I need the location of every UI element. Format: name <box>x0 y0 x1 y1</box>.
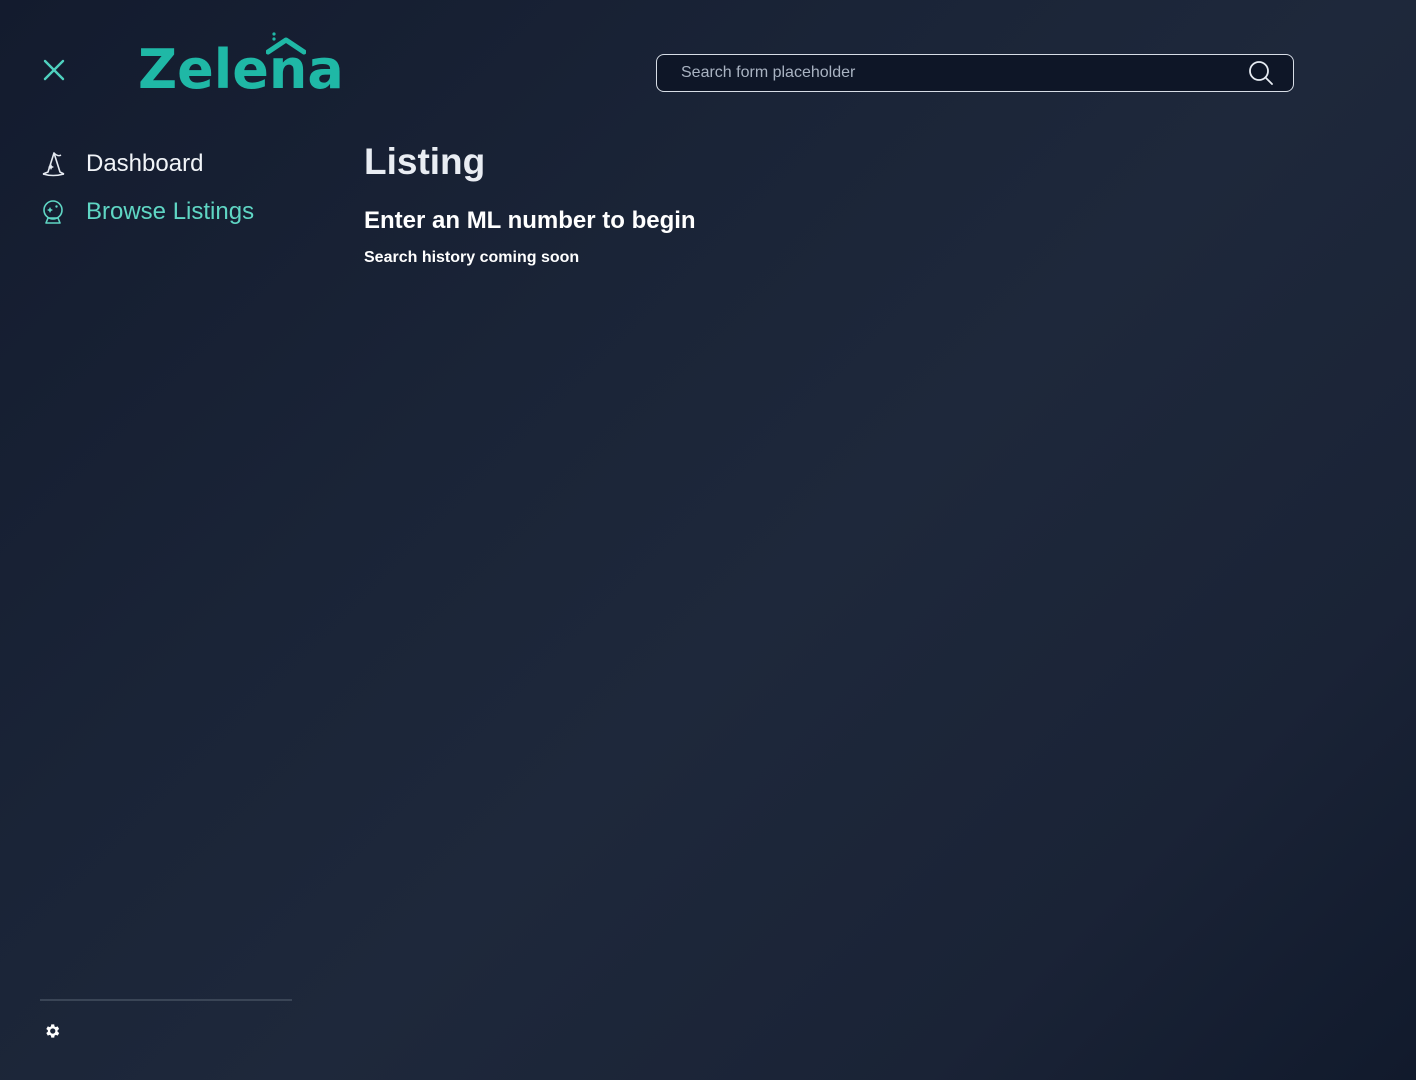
close-icon <box>43 59 65 81</box>
prompt-heading: Enter an ML number to begin <box>364 207 696 234</box>
sidebar-item-browse-listings[interactable]: Browse Listings <box>40 188 292 236</box>
sidebar-divider <box>40 999 292 1001</box>
wizard-hat-icon <box>40 151 66 177</box>
sidebar-item-label: Dashboard <box>86 150 204 177</box>
settings-button[interactable] <box>42 1021 62 1041</box>
app-root: Zelena Dashboar <box>0 0 1416 1080</box>
page-title: Listing <box>364 141 486 182</box>
sidebar-item-label: Browse Listings <box>86 198 255 225</box>
search-icon[interactable] <box>1247 59 1275 87</box>
sidebar-item-dashboard[interactable]: Dashboard <box>40 140 292 188</box>
brand-logo-text: Zelena <box>138 38 344 101</box>
main-content: Listing Enter an ML number to begin Sear… <box>364 140 696 268</box>
search-input[interactable] <box>657 55 1247 91</box>
search-form <box>656 54 1294 92</box>
close-menu-button[interactable] <box>40 56 68 84</box>
search-history-note: Search history coming soon <box>364 249 580 266</box>
gear-icon <box>46 1024 60 1038</box>
crystal-ball-icon <box>40 199 66 225</box>
sidebar-nav: Dashboard Browse Listings <box>40 140 292 236</box>
brand-logo[interactable]: Zelena <box>138 32 344 101</box>
